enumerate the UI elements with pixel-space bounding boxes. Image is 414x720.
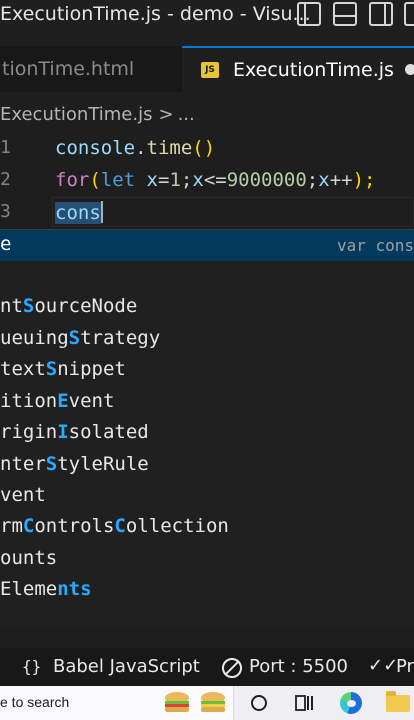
current-line-highlight bbox=[52, 197, 414, 227]
suggestion-label: riginIsolated bbox=[0, 421, 149, 443]
suggestion-label: vent bbox=[0, 484, 46, 506]
code-editor[interactable]: 1 console.time() 2 for(let x=1;x<=900000… bbox=[0, 133, 414, 229]
breadcrumb-separator-icon: > bbox=[158, 104, 174, 125]
suggestion-label: ueuingStrategy bbox=[0, 327, 161, 349]
live-server-port-button[interactable]: Port : 5500 bbox=[249, 656, 348, 677]
toggle-primary-sidebar-icon[interactable] bbox=[297, 2, 321, 26]
status-bar: {} Babel JavaScript Port : 5500 ✓✓ Pr bbox=[0, 648, 414, 686]
suggestion-item[interactable]: nterStyleRule bbox=[0, 450, 414, 481]
javascript-file-icon: JS bbox=[201, 62, 219, 78]
suggestion-label: nterStyleRule bbox=[0, 453, 149, 475]
language-braces-icon[interactable]: {} bbox=[22, 657, 41, 676]
language-mode-button[interactable]: Babel JavaScript bbox=[53, 656, 200, 677]
cortana-icon[interactable] bbox=[251, 695, 267, 711]
suggestion-item[interactable]: ounts bbox=[0, 544, 414, 575]
code-line-current[interactable]: 3 cons bbox=[0, 197, 414, 229]
window-title: ExecutionTime.js - demo - Visu... bbox=[0, 3, 311, 25]
unsaved-changes-dot-icon[interactable] bbox=[405, 64, 414, 75]
suggestion-label: ntSourceNode bbox=[0, 295, 138, 317]
tab-label: ExecutionTime.js bbox=[233, 59, 394, 81]
breadcrumb-more[interactable]: ... bbox=[178, 104, 195, 125]
tab-executiontime-html[interactable]: tionTime.html bbox=[0, 46, 182, 92]
prettier-button[interactable]: Pr bbox=[396, 656, 414, 677]
line-number: 1 bbox=[0, 137, 11, 158]
toggle-panel-icon[interactable] bbox=[333, 2, 357, 26]
edge-browser-icon[interactable] bbox=[340, 692, 362, 714]
suggestion-label: textSnippet bbox=[0, 358, 126, 380]
title-bar: ExecutionTime.js - demo - Visu... bbox=[0, 0, 414, 30]
suggestion-item[interactable]: Elements bbox=[0, 575, 414, 606]
code-line[interactable]: 1 console.time() bbox=[0, 133, 414, 165]
task-view-icon[interactable] bbox=[295, 694, 313, 712]
text-cursor bbox=[100, 201, 103, 223]
file-explorer-icon[interactable] bbox=[386, 691, 410, 712]
code-text: for(let x=1;x<=9000000;x++); bbox=[55, 169, 376, 191]
editor-tab-bar: tionTime.html JS ExecutionTime.js bbox=[0, 46, 414, 92]
suggestion-item[interactable]: itionEvent bbox=[0, 387, 414, 418]
breadcrumb: ExecutionTime.js >... bbox=[0, 104, 195, 128]
windows-taskbar: e to search bbox=[0, 686, 414, 720]
toggle-secondary-sidebar-icon[interactable] bbox=[369, 2, 393, 26]
suggestion-item[interactable]: ueuingStrategy bbox=[0, 324, 414, 355]
line-number: 2 bbox=[0, 169, 11, 190]
line-number: 3 bbox=[0, 201, 11, 222]
suggestion-label: Elements bbox=[0, 578, 92, 600]
code-text: cons bbox=[55, 201, 103, 224]
sandwich-icon bbox=[165, 692, 189, 712]
double-check-icon[interactable]: ✓✓ bbox=[368, 655, 398, 676]
customize-layout-icon[interactable] bbox=[404, 2, 414, 26]
autocomplete-suggestions[interactable]: e var cons ntSourceNode ueuingStrategy t… bbox=[0, 229, 414, 627]
suggestion-detail: var cons bbox=[336, 236, 414, 255]
suggestion-label: itionEvent bbox=[0, 390, 115, 412]
suggestion-label: e bbox=[0, 233, 12, 255]
tab-label: tionTime.html bbox=[2, 58, 135, 80]
suggestion-item[interactable]: rmControlsCollection bbox=[0, 512, 414, 543]
code-text: console.time() bbox=[55, 137, 216, 159]
suggestion-label: ounts bbox=[0, 547, 58, 569]
suggestion-item-selected[interactable]: e var cons bbox=[0, 230, 414, 261]
tab-executiontime-js[interactable]: JS ExecutionTime.js bbox=[182, 46, 414, 92]
breadcrumb-file[interactable]: ExecutionTime.js bbox=[0, 104, 152, 125]
code-line[interactable]: 2 for(let x=1;x<=9000000;x++); bbox=[0, 165, 414, 197]
sandwich-icon bbox=[201, 692, 225, 712]
search-placeholder: e to search bbox=[0, 694, 70, 710]
suggestion-item[interactable]: textSnippet bbox=[0, 355, 414, 386]
suggestion-item[interactable]: riginIsolated bbox=[0, 418, 414, 449]
suggestion-item[interactable]: vent bbox=[0, 481, 414, 512]
suggestion-label: rmControlsCollection bbox=[0, 515, 229, 537]
taskbar-search-box[interactable]: e to search bbox=[0, 686, 234, 720]
suggestion-item[interactable]: ntSourceNode bbox=[0, 292, 414, 323]
port-ban-icon[interactable] bbox=[222, 658, 242, 678]
